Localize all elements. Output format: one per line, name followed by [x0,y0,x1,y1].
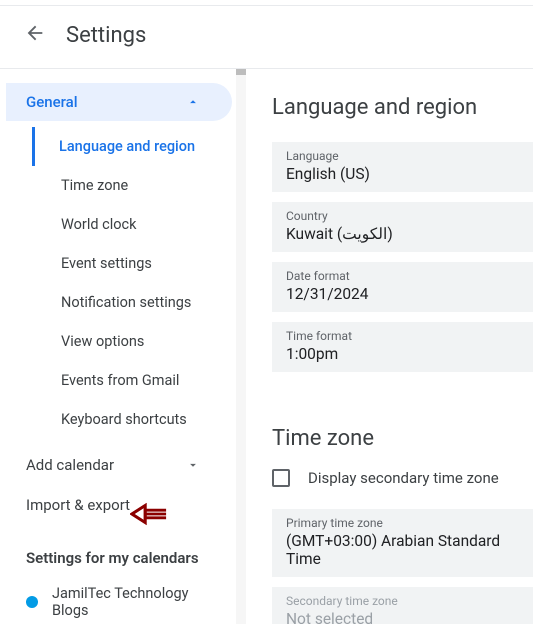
field-label: Primary time zone [286,516,519,530]
back-arrow-icon[interactable] [24,22,46,48]
sidebar-item-import-export[interactable]: Import & export [6,485,232,525]
scrollbar-thumb[interactable] [236,69,246,75]
panel-title-time-zone: Time zone [272,426,533,451]
field-label: Date format [286,269,519,283]
field-value: (GMT+03:00) Arabian Standard Time [286,532,519,568]
chevron-up-icon [186,95,200,109]
field-label: Language [286,149,519,163]
sidebar-item-label: Add calendar [26,456,114,474]
calendar-item[interactable]: JamilTec Technology Blogs [6,575,246,629]
field-secondary-tz: Secondary time zone Not selected [272,587,533,624]
sidebar-item-notification-settings[interactable]: Notification settings [10,283,246,322]
field-value: Not selected [286,610,519,624]
scrollbar[interactable] [236,69,246,624]
field-label: Country [286,209,519,223]
main-panel: Language and region Language English (US… [246,69,533,624]
field-time-format[interactable]: Time format 1:00pm [272,322,533,372]
sidebar-item-event-settings[interactable]: Event settings [10,244,246,283]
checkbox-icon[interactable] [272,469,290,487]
sidebar-item-add-calendar[interactable]: Add calendar [6,445,232,485]
field-language[interactable]: Language English (US) [272,142,533,192]
sidebar-item-label: Import & export [26,496,130,514]
field-value: 12/31/2024 [286,285,519,303]
sidebar-heading-my-calendars: Settings for my calendars [6,525,246,575]
sidebar-item-time-zone[interactable]: Time zone [10,166,246,205]
calendar-color-dot [26,596,38,608]
field-date-format[interactable]: Date format 12/31/2024 [272,262,533,312]
field-label: Time format [286,329,519,343]
field-primary-tz[interactable]: Primary time zone (GMT+03:00) Arabian St… [272,509,533,577]
sidebar-item-events-gmail[interactable]: Events from Gmail [10,361,246,400]
sidebar-item-view-options[interactable]: View options [10,322,246,361]
field-value: English (US) [286,165,519,183]
sidebar-section-general[interactable]: General [6,83,232,121]
header: Settings [0,6,533,68]
field-value: Kuwait (الكويت) [286,225,519,243]
sidebar-section-label: General [26,93,78,111]
sidebar-item-keyboard-shortcuts[interactable]: Keyboard shortcuts [10,400,246,439]
sidebar: General Language and region Time zone Wo… [0,69,246,624]
sidebar-item-world-clock[interactable]: World clock [10,205,246,244]
field-value: 1:00pm [286,345,519,363]
field-country[interactable]: Country Kuwait (الكويت) [272,202,533,252]
checkbox-secondary-tz[interactable]: Display secondary time zone [272,469,533,487]
panel-title-language-region: Language and region [272,95,533,120]
field-label: Secondary time zone [286,594,519,608]
checkbox-label: Display secondary time zone [308,469,499,487]
sidebar-item-language-region[interactable]: Language and region [32,127,246,166]
calendar-name: JamilTec Technology Blogs [52,585,226,619]
page-title: Settings [66,23,146,48]
chevron-down-icon [186,458,200,472]
